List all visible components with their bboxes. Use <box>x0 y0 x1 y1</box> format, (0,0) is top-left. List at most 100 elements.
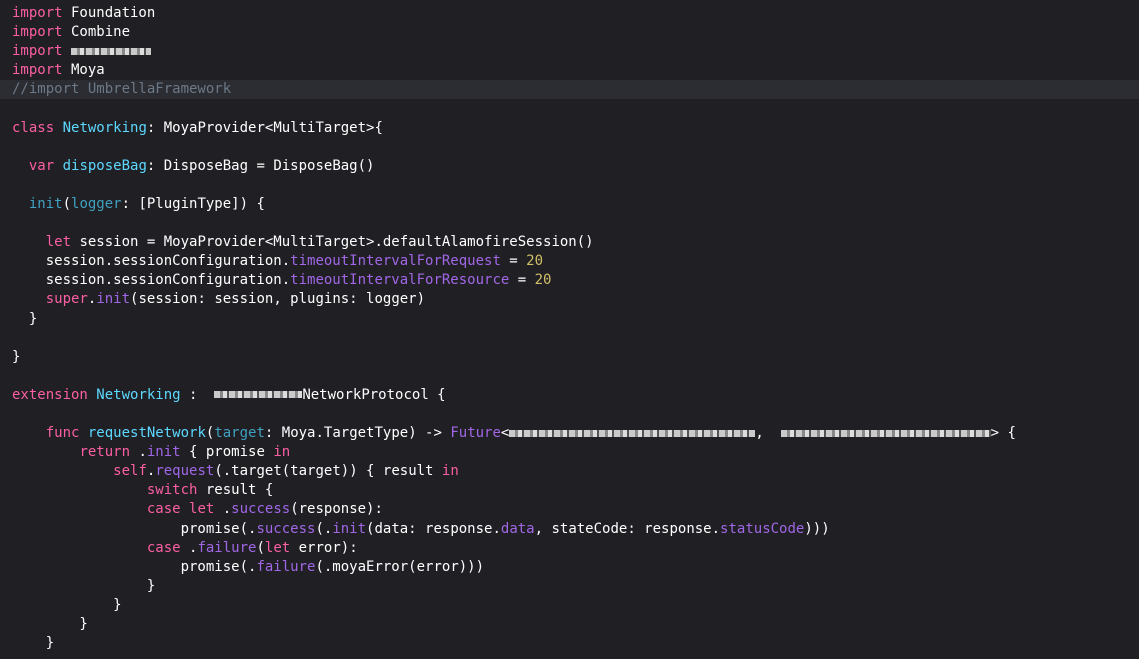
code-token: extension <box>12 386 88 403</box>
code-line[interactable]: case let .success(response): <box>12 500 1139 519</box>
code-token: > { <box>990 425 1016 442</box>
code-line[interactable] <box>12 367 1139 386</box>
code-line[interactable]: } <box>12 615 1139 634</box>
code-token: (data: response. <box>366 520 501 537</box>
code-line[interactable]: //import UmbrellaFramework <box>0 80 1139 100</box>
code-editor[interactable]: import Foundation import Combine import im… <box>0 0 1139 659</box>
code-token: session = MoyaProvider<MultiTarget>.defa… <box>71 234 594 251</box>
code-line[interactable] <box>12 405 1139 424</box>
code-token: ( <box>62 195 72 212</box>
code-line[interactable] <box>12 138 1139 157</box>
code-line[interactable]: import Moya <box>12 61 1139 80</box>
code-token: (.target(target)) { result <box>214 463 442 480</box>
code-line[interactable]: session.sessionConfiguration.timeoutInte… <box>12 271 1139 290</box>
code-line[interactable]: import Combine <box>12 23 1139 42</box>
code-token: let <box>45 234 72 251</box>
code-token: success <box>231 501 291 518</box>
code-token: success <box>256 520 316 537</box>
code-token: : MoyaProvider<MultiTarget>{ <box>146 119 383 136</box>
code-token: 20 <box>526 253 544 270</box>
code-line[interactable]: session.sessionConfiguration.timeoutInte… <box>12 252 1139 271</box>
code-line[interactable]: super.init(session: session, plugins: lo… <box>12 290 1139 309</box>
code-token: : DisposeBag = DisposeBag() <box>146 157 375 174</box>
code-line[interactable]: return .init { promise in <box>12 443 1139 462</box>
code-token: = <box>509 272 535 289</box>
code-token: , stateCode: response. <box>534 520 721 537</box>
code-token: } <box>12 348 21 365</box>
code-line[interactable]: } <box>12 596 1139 615</box>
code-line[interactable] <box>12 176 1139 195</box>
code-token: } <box>12 577 156 594</box>
code-token: in <box>441 463 459 480</box>
code-line[interactable]: } <box>12 310 1139 329</box>
code-token: data <box>500 520 535 537</box>
code-token: result { <box>197 482 274 499</box>
code-token: : [PluginType]) { <box>121 195 265 212</box>
code-token: (response): <box>290 501 383 518</box>
code-token: : Moya.TargetType) -> <box>264 425 451 442</box>
code-token: (. <box>315 520 333 537</box>
code-token: init <box>146 444 181 461</box>
redacted-text <box>71 47 152 55</box>
code-token: { promise <box>180 444 274 461</box>
code-token: session.sessionConfiguration. <box>12 272 291 289</box>
code-line[interactable]: } <box>12 577 1139 596</box>
code-line[interactable]: self.request(.target(target)) { result i… <box>12 462 1139 481</box>
code-line[interactable]: } <box>12 348 1139 367</box>
code-line[interactable] <box>12 329 1139 348</box>
code-line[interactable]: class Networking: MoyaProvider<MultiTarg… <box>12 119 1139 138</box>
code-token: return <box>79 444 131 461</box>
code-token: timeoutIntervalForRequest <box>290 253 501 270</box>
code-line[interactable]: case .failure(let error): <box>12 539 1139 558</box>
code-area[interactable]: import Foundation import Combine import im… <box>0 4 1139 653</box>
code-token: NetworkProtocol { <box>302 386 446 403</box>
code-token: session.sessionConfiguration. <box>12 253 291 270</box>
code-line[interactable]: extension Networking : NetworkProtocol { <box>12 386 1139 405</box>
code-token: . <box>130 444 147 461</box>
code-token: //import UmbrellaFramework <box>12 81 232 98</box>
code-token: Combine <box>62 24 131 41</box>
code-line[interactable] <box>12 214 1139 233</box>
code-token: init <box>332 520 367 537</box>
code-token: logger <box>71 195 122 212</box>
code-line[interactable]: var disposeBag: DisposeBag = DisposeBag(… <box>12 157 1139 176</box>
code-token: } <box>12 616 88 632</box>
code-line[interactable]: import <box>12 42 1139 61</box>
code-line[interactable] <box>12 99 1139 118</box>
code-token: class <box>12 119 55 136</box>
code-line[interactable]: import Foundation <box>12 4 1139 23</box>
code-line[interactable]: } <box>12 634 1139 653</box>
code-line[interactable]: func requestNetwork(target: Moya.TargetT… <box>12 424 1139 443</box>
redacted-text <box>509 429 756 437</box>
code-token: (session: session, plugins: logger) <box>130 291 426 308</box>
code-line[interactable]: switch result { <box>12 481 1139 500</box>
code-token: failure <box>256 558 316 575</box>
code-token: Moya <box>62 62 105 79</box>
code-line[interactable]: promise(.failure(.moyaError(error))) <box>12 558 1139 577</box>
code-token: : <box>180 386 215 403</box>
code-token: var <box>28 157 55 174</box>
redacted-text <box>214 391 303 399</box>
code-token: , <box>755 425 781 442</box>
code-line[interactable]: promise(.success(.init(data: response.da… <box>12 520 1139 539</box>
code-token: error): <box>290 539 358 556</box>
code-token: timeoutIntervalForResource <box>290 272 510 289</box>
code-token: } <box>12 635 55 652</box>
code-line[interactable]: let session = MoyaProvider<MultiTarget>.… <box>12 233 1139 252</box>
code-token: . <box>180 539 198 556</box>
code-line[interactable]: init(logger: [PluginType]) { <box>12 195 1139 214</box>
code-token: statusCode <box>720 520 805 537</box>
